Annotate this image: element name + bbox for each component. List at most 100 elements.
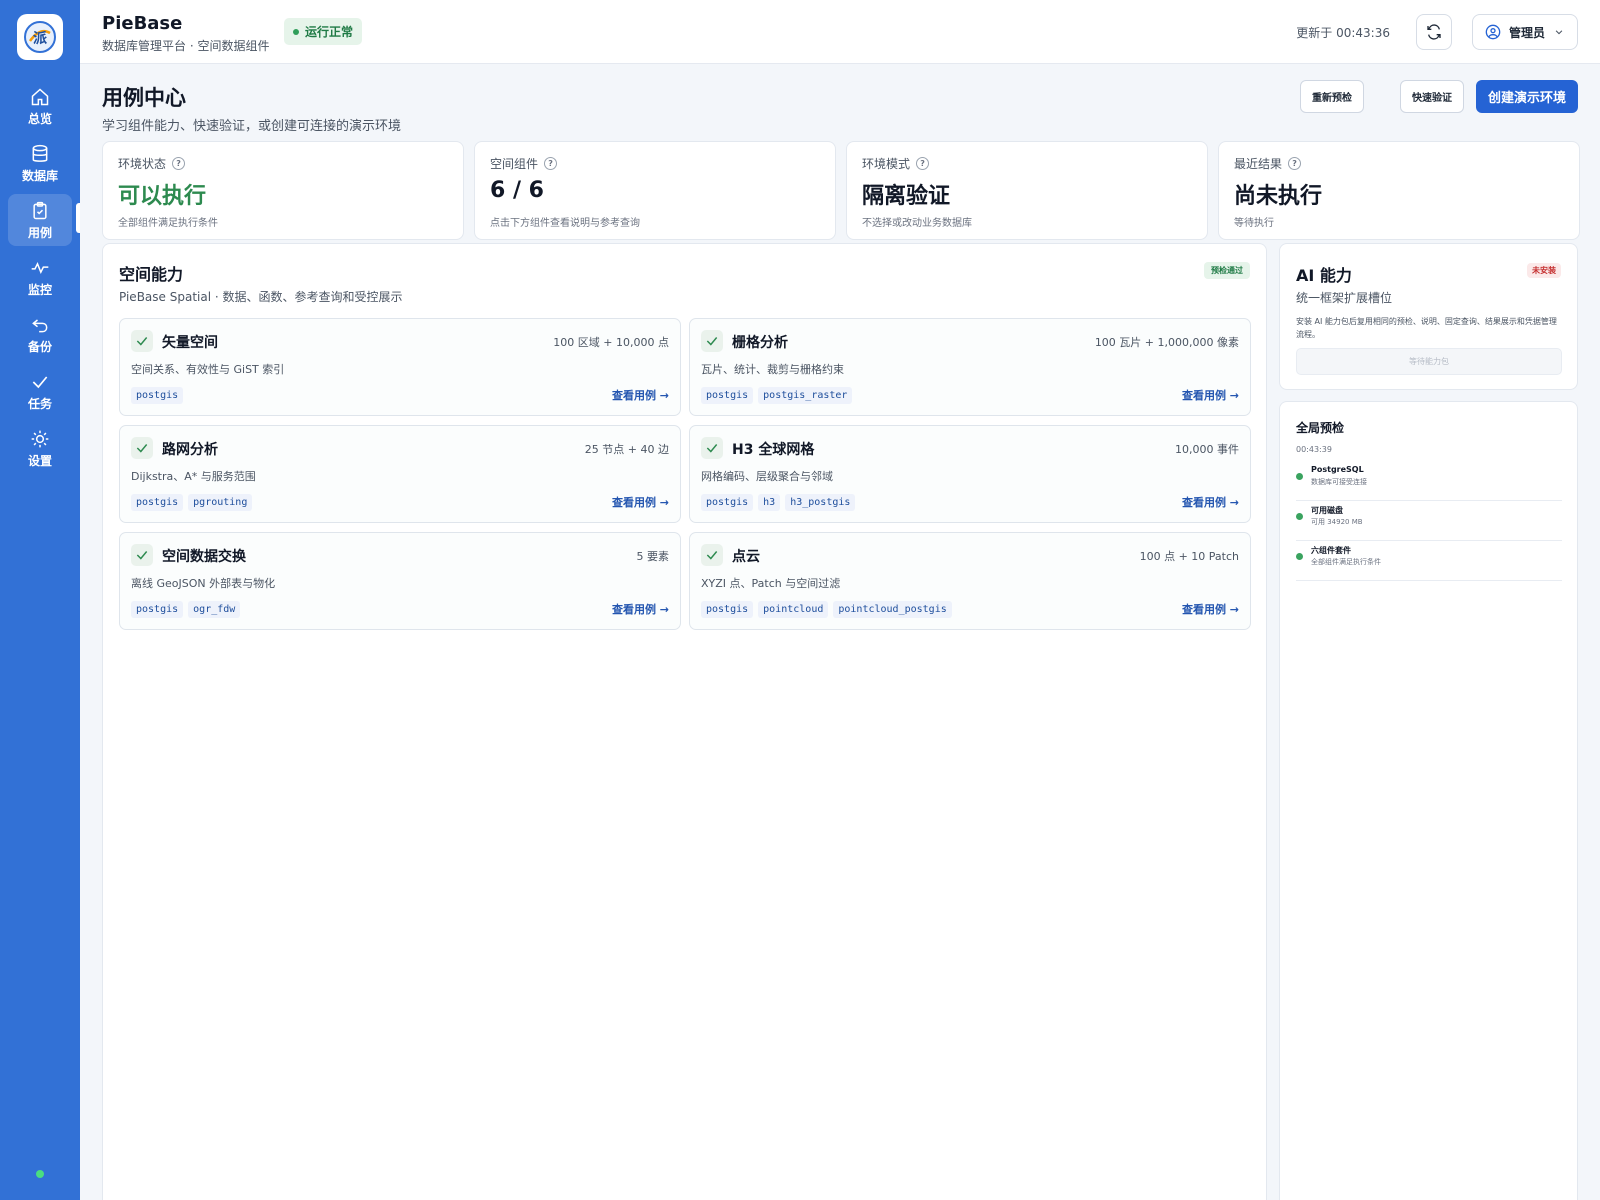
list-item: PostgreSQL 数据库可接受连接 [1296,461,1562,501]
precheck-item-detail: 全部组件满足执行条件 [1311,558,1381,566]
extension-tag: postgis [131,601,184,618]
view-usecase-link[interactable]: 查看用例 → [1182,601,1239,617]
view-usecase-link[interactable]: 查看用例 → [612,601,669,617]
database-icon [32,144,48,162]
extension-tag: postgis [131,387,184,404]
extension-tag: pgrouting [188,494,253,511]
status-dot [1296,553,1303,560]
sidebar-item-label: 用例 [27,225,52,240]
top-header: PieBase 数据库管理平台 · 空间数据组件 运行正常 更新于 00:43:… [80,0,1600,64]
sidebar-item-label: 任务 [27,396,52,411]
component-description: 网格编码、层级聚合与邻域 [701,470,833,483]
check-icon [701,544,723,566]
component-name: 点云 [732,549,760,565]
check-icon [131,330,153,352]
sidebar-item-database[interactable]: 数据库 [8,137,72,189]
svg-text:派: 派 [33,31,48,47]
component-card[interactable]: 点云 100 点 + 10 Patch XYZI 点、Patch 与空间过滤 post… [689,532,1251,630]
component-description: 瓦片、统计、裁剪与栅格约束 [701,363,844,376]
component-card[interactable]: 矢量空间 100 区域 + 10,000 点空间关系、有效性与 GiST 索引 po… [119,318,681,416]
component-card[interactable]: 空间数据交换 5 要素 离线 GeoJSON 外部表与物化 postgis ogr_fd… [119,532,681,630]
extension-tag: postgis [701,494,754,511]
panel-title: 空间能力 [119,265,184,284]
extension-tag: pointcloud_postgis [833,601,952,618]
component-card[interactable]: 栅格分析 100 瓦片 + 1,000,000 像素 瓦片、统计、裁剪与栅格约束 po… [689,318,1251,416]
help-icon[interactable]: ? [544,157,558,170]
quick-verify-button[interactable]: 快速验证 [1400,80,1464,113]
component-description: Dijkstra、A* 与服务范围 [131,470,256,483]
check-icon [131,544,153,566]
help-icon[interactable]: ? [172,157,186,170]
extension-tag: postgis [701,601,754,618]
stat-card-last-result: 最近结果? 尚未执行 等待执行 [1218,141,1580,240]
extension-tags: postgis pgrouting [131,494,257,511]
spatial-capability-panel: 空间能力 PieBase Spatial · 数据、函数、参考查询和受控展示 预… [102,243,1267,1200]
precheck-item-name: 六组件套件 [1311,546,1351,555]
check-icon [701,437,723,459]
waiting-package-button: 等待能力包 [1296,348,1562,375]
view-usecase-link[interactable]: 查看用例 → [612,387,669,403]
component-count: 100 区域 + 10,000 点 [553,336,669,349]
component-card[interactable]: 路网分析 25 节点 + 40 边 Dijkstra、A* 与服务范围 postgis… [119,425,681,523]
stat-hint: 全部组件满足执行条件 [118,218,218,229]
sidebar-item-monitor[interactable]: 监控 [8,251,72,303]
app-subtitle: 数据库管理平台 · 空间数据组件 [102,39,270,53]
health-status-text: 运行正常 [305,25,354,39]
stat-label: 环境状态 [118,157,167,171]
active-indicator [76,203,80,233]
stat-value: 隔离验证 [862,184,951,209]
status-dot [1296,473,1303,480]
stat-label: 最近结果 [1234,157,1283,171]
panel-subtitle: 统一框架扩展槽位 [1296,291,1393,305]
activity-icon [31,261,49,274]
sidebar-item-settings[interactable]: 设置 [8,422,72,474]
help-icon[interactable]: ? [916,157,930,170]
component-description: XYZI 点、Patch 与空间过滤 [701,577,841,590]
sidebar-item-overview[interactable]: 总览 [8,80,72,132]
home-icon [31,87,49,105]
stat-hint: 等待执行 [1234,218,1274,229]
sidebar-item-tasks[interactable]: 任务 [8,365,72,417]
extension-tags: postgis [131,387,188,404]
app-title: PieBase [102,13,183,34]
component-card[interactable]: H3 全球网格 10,000 事件 网格编码、层级聚合与邻域 postgis h3 h3_… [689,425,1251,523]
view-usecase-link[interactable]: 查看用例 → [1182,494,1239,510]
chevron-down-icon [1555,30,1563,35]
view-usecase-link[interactable]: 查看用例 → [1182,387,1239,403]
logo-icon: 派 [24,21,56,53]
extension-tags: postgis h3 h3_postgis [701,494,860,511]
app-logo[interactable]: 派 [17,14,63,60]
sidebar-item-backup[interactable]: 备份 [8,308,72,360]
user-menu-button[interactable]: 管理员 [1472,14,1578,50]
component-count: 5 要素 [636,550,670,563]
precheck-time: 00:43:39 [1296,445,1332,454]
create-demo-button[interactable]: 创建演示环境 [1476,80,1578,113]
component-name: 路网分析 [162,442,218,458]
list-item: 可用磁盘 可用 34920 MB [1296,501,1562,541]
page-description: 学习组件能力、快速验证，或创建可连接的演示环境 [102,119,402,134]
extension-tags: postgis postgis_raster [701,387,857,404]
ai-capability-panel: AI 能力 未安装 统一框架扩展槽位 安装 AI 能力包后复用相同的预检、说明、… [1279,243,1578,390]
refresh-button[interactable] [1416,14,1452,50]
component-description: 空间关系、有效性与 GiST 索引 [131,363,285,376]
sidebar-item-label: 总览 [27,111,52,126]
recheck-button[interactable]: 重新预检 [1300,80,1364,113]
sidebar-item-usecases[interactable]: 用例 [8,194,72,246]
stat-label: 环境模式 [862,157,911,171]
extension-tags: postgis pointcloud pointcloud_postgis [701,601,957,618]
sidebar: 派 总览 数据库 用例 监控 备份 任务 设置 [0,0,80,1200]
check-icon [701,330,723,352]
stat-label: 空间组件 [490,157,539,171]
sun-icon [31,430,49,447]
extension-tag: postgis [701,387,754,404]
connection-status-dot [36,1170,44,1178]
view-usecase-link[interactable]: 查看用例 → [612,494,669,510]
stat-hint: 点击下方组件查看说明与参考查询 [490,218,640,229]
health-status-badge: 运行正常 [284,18,363,45]
stat-card-env-status: 环境状态? 可以执行 全部组件满足执行条件 [102,141,464,240]
extension-tag: postgis [131,494,184,511]
help-icon[interactable]: ? [1288,157,1302,170]
sidebar-item-label: 数据库 [21,168,58,183]
stat-card-spatial-components: 空间组件? 6 / 6 点击下方组件查看说明与参考查询 [474,141,836,240]
stat-hint: 不选择或改动业务数据库 [862,218,972,229]
